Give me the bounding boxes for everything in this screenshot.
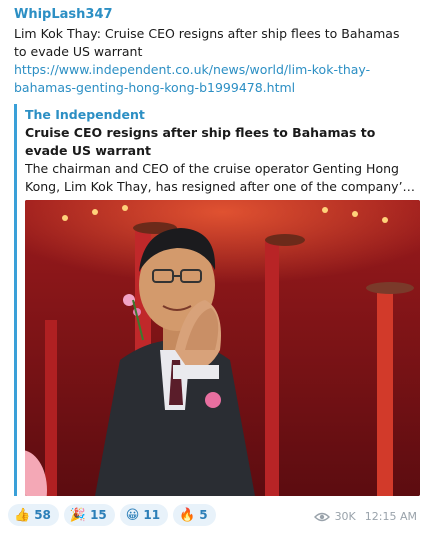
message-bubble: WhipLash347 Lim Kok Thay: Cruise CEO res… [0,0,429,534]
party-popper-icon: 🎉 [69,507,87,523]
preview-description: The chairman and CEO of the cruise opera… [25,161,410,194]
sender-name[interactable]: WhipLash347 [14,7,113,22]
reaction-count: 5 [199,508,208,522]
message-meta: 30K 12:15 AM [313,510,417,523]
eye-icon [313,512,330,521]
preview-site-name: The Independent [25,107,145,122]
reaction-party-popper[interactable]: 🎉 15 [63,504,115,526]
photo-illustration [25,200,420,496]
thumbs-up-icon: 👍 [14,507,31,523]
fire-icon: 🔥 [179,507,196,523]
message-link[interactable]: https://www.independent.co.uk/news/world… [14,61,414,97]
link-preview[interactable]: The Independent Cruise CEO resigns after… [14,104,420,496]
message-text: Lim Kok Thay: Cruise CEO resigns after s… [14,25,414,97]
message-time: 12:15 AM [364,510,417,523]
message-body: Lim Kok Thay: Cruise CEO resigns after s… [14,26,400,59]
reactions-bar: 👍 58 🎉 15 😀 11 🔥 5 [8,504,216,526]
reaction-count: 58 [34,508,51,522]
reaction-count: 11 [143,508,161,522]
view-count: 30K [334,510,356,523]
reaction-fire[interactable]: 🔥 5 [173,504,216,526]
grinning-face-icon: 😀 [125,507,140,523]
reaction-grinning-face[interactable]: 😀 11 [119,504,169,526]
preview-title: Cruise CEO resigns after ship flees to B… [25,125,376,158]
reaction-thumbs-up[interactable]: 👍 58 [8,504,59,526]
reaction-count: 15 [90,508,107,522]
preview-photo[interactable] [25,200,420,496]
